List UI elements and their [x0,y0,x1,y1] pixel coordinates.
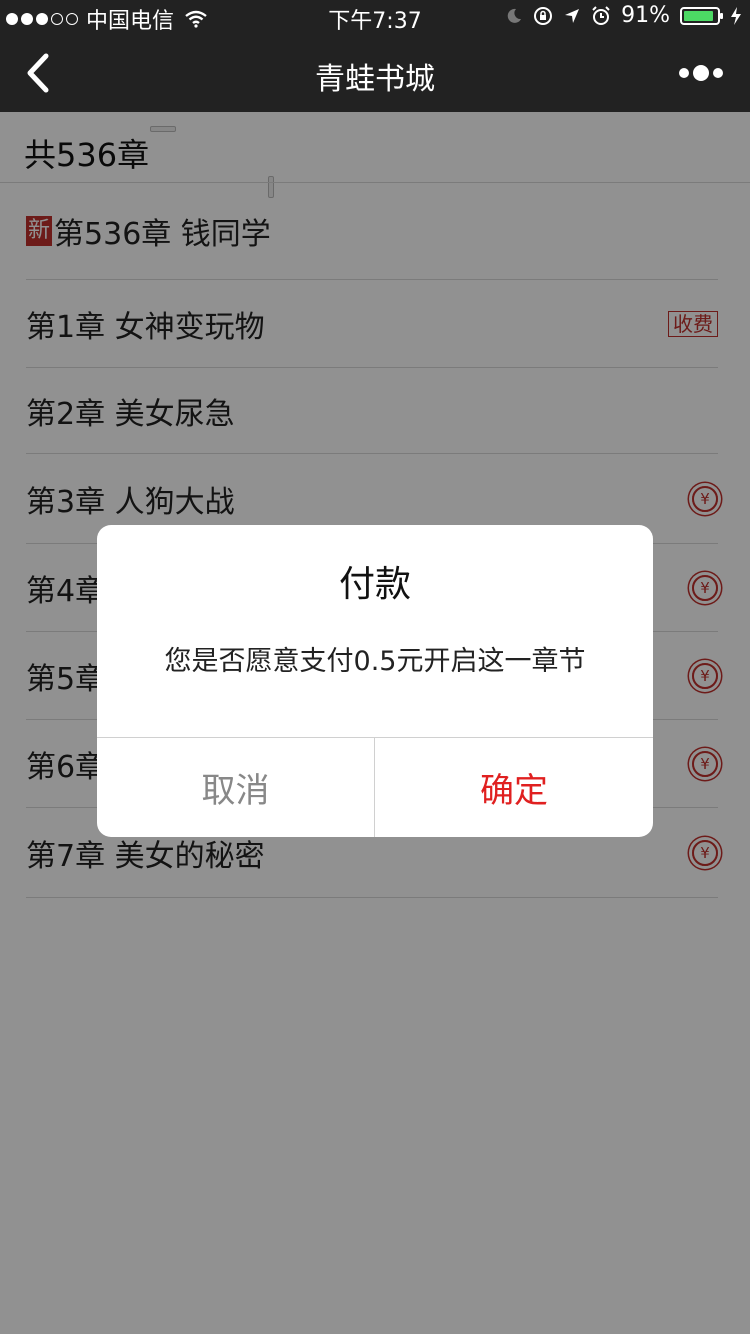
alarm-icon [592,5,610,25]
nav-bar: 青蛙书城 [0,34,750,112]
location-icon [565,8,580,23]
confirm-button[interactable]: 确定 [375,738,653,837]
status-bar: 中国电信 下午7:37 91% [0,0,750,34]
status-right: 91% [505,3,742,28]
moon-icon [507,8,522,23]
battery-percent: 91% [621,3,670,28]
rotation-lock-icon [534,6,553,25]
charging-icon [731,6,741,25]
more-button[interactable] [676,60,726,86]
dialog-message: 您是否愿意支付0.5元开启这一章节 [164,646,586,677]
payment-dialog: 付款 您是否愿意支付0.5元开启这一章节 取消 确定 [97,525,653,837]
battery-icon [680,6,723,25]
page-title: 青蛙书城 [315,62,435,97]
dialog-title: 付款 [338,564,411,605]
more-dots-icon [679,68,689,78]
cancel-button[interactable]: 取消 [97,738,374,837]
